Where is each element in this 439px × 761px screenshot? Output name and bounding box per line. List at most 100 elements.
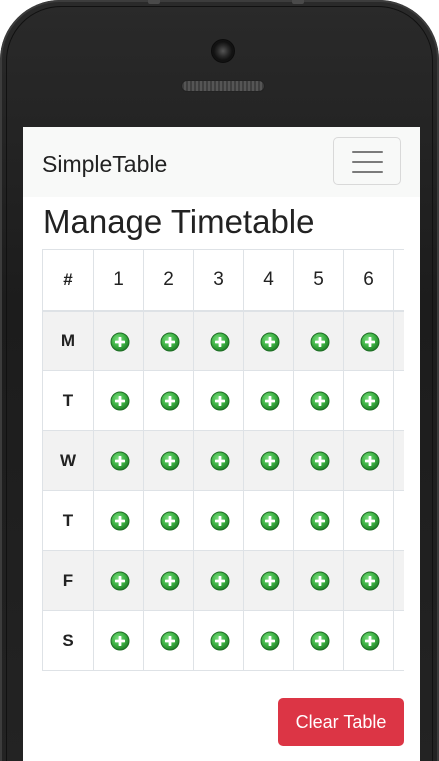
timetable-cell bbox=[143, 310, 194, 371]
timetable-cell bbox=[293, 430, 344, 491]
phone-top-button bbox=[148, 0, 160, 4]
add-circle-icon[interactable] bbox=[160, 511, 179, 531]
add-circle-icon[interactable] bbox=[110, 332, 129, 352]
timetable-cell bbox=[343, 490, 394, 551]
timetable-cell bbox=[93, 490, 144, 551]
add-circle-icon[interactable] bbox=[310, 511, 329, 531]
day-label: W bbox=[42, 430, 94, 491]
add-circle-icon[interactable] bbox=[110, 391, 129, 411]
timetable-cell bbox=[193, 370, 244, 431]
timetable-cell bbox=[243, 310, 294, 371]
timetable-cell bbox=[243, 430, 294, 491]
add-circle-icon[interactable] bbox=[160, 332, 179, 352]
add-circle-icon[interactable] bbox=[110, 451, 129, 471]
timetable-cell bbox=[243, 370, 294, 431]
add-circle-icon[interactable] bbox=[110, 571, 129, 591]
camera-icon bbox=[211, 39, 235, 63]
add-circle-icon[interactable] bbox=[360, 571, 379, 591]
add-circle-icon[interactable] bbox=[210, 332, 229, 352]
timetable-row: T bbox=[42, 490, 404, 551]
timetable-row: W bbox=[42, 430, 404, 491]
timetable-cell bbox=[193, 490, 244, 551]
timetable-cell bbox=[93, 550, 144, 611]
timetable-cell bbox=[243, 550, 294, 611]
phone-frame: SimpleTable Manage Timetable # 1234567 bbox=[0, 0, 439, 761]
add-circle-icon[interactable] bbox=[260, 332, 279, 352]
period-header: 5 bbox=[293, 249, 344, 312]
add-circle-icon[interactable] bbox=[260, 451, 279, 471]
add-circle-icon[interactable] bbox=[160, 571, 179, 591]
timetable-cell bbox=[393, 310, 404, 371]
add-circle-icon[interactable] bbox=[210, 511, 229, 531]
period-header: 3 bbox=[193, 249, 244, 312]
timetable-cell bbox=[143, 490, 194, 551]
speaker-grille bbox=[181, 80, 265, 92]
timetable-cell bbox=[393, 550, 404, 611]
timetable-cell bbox=[93, 610, 144, 671]
timetable-cell bbox=[293, 610, 344, 671]
timetable-scroll-container[interactable]: # 1234567 MTWTFS bbox=[42, 249, 404, 671]
add-circle-icon[interactable] bbox=[260, 391, 279, 411]
add-circle-icon[interactable] bbox=[360, 451, 379, 471]
navbar: SimpleTable bbox=[23, 127, 420, 197]
add-circle-icon[interactable] bbox=[160, 451, 179, 471]
add-circle-icon[interactable] bbox=[260, 571, 279, 591]
add-circle-icon[interactable] bbox=[210, 391, 229, 411]
add-circle-icon[interactable] bbox=[160, 631, 179, 651]
add-circle-icon[interactable] bbox=[310, 631, 329, 651]
period-header: 2 bbox=[143, 249, 194, 312]
timetable-cell bbox=[393, 370, 404, 431]
timetable-cell bbox=[143, 610, 194, 671]
timetable-cell bbox=[293, 370, 344, 431]
timetable-cell bbox=[143, 430, 194, 491]
timetable-cell bbox=[293, 310, 344, 371]
timetable-cell bbox=[343, 430, 394, 491]
phone-top-button bbox=[292, 0, 304, 4]
timetable-cell bbox=[93, 430, 144, 491]
timetable-cell bbox=[343, 610, 394, 671]
hamburger-menu-icon bbox=[352, 171, 383, 173]
add-circle-icon[interactable] bbox=[260, 631, 279, 651]
page-title: Manage Timetable bbox=[43, 203, 315, 240]
day-label: M bbox=[42, 310, 94, 371]
timetable-cell bbox=[343, 370, 394, 431]
add-circle-icon[interactable] bbox=[110, 511, 129, 531]
add-circle-icon[interactable] bbox=[310, 451, 329, 471]
timetable-header-row: # 1234567 bbox=[42, 249, 404, 312]
add-circle-icon[interactable] bbox=[110, 631, 129, 651]
add-circle-icon[interactable] bbox=[360, 391, 379, 411]
add-circle-icon[interactable] bbox=[310, 571, 329, 591]
add-circle-icon[interactable] bbox=[360, 511, 379, 531]
add-circle-icon[interactable] bbox=[310, 332, 329, 352]
add-circle-icon[interactable] bbox=[210, 571, 229, 591]
add-circle-icon[interactable] bbox=[260, 511, 279, 531]
timetable-cell bbox=[393, 610, 404, 671]
navbar-brand[interactable]: SimpleTable bbox=[42, 149, 167, 179]
day-label: S bbox=[42, 610, 94, 671]
add-circle-icon[interactable] bbox=[310, 391, 329, 411]
timetable-cell bbox=[193, 610, 244, 671]
timetable-cell bbox=[193, 550, 244, 611]
timetable-cell bbox=[243, 490, 294, 551]
timetable-cell bbox=[193, 310, 244, 371]
timetable-cell bbox=[293, 550, 344, 611]
timetable-cell bbox=[343, 550, 394, 611]
day-label: T bbox=[42, 370, 94, 431]
timetable-row: M bbox=[42, 310, 404, 371]
timetable-cell bbox=[93, 310, 144, 371]
add-circle-icon[interactable] bbox=[360, 332, 379, 352]
add-circle-icon[interactable] bbox=[210, 451, 229, 471]
add-circle-icon[interactable] bbox=[210, 631, 229, 651]
timetable-cell bbox=[293, 490, 344, 551]
add-circle-icon[interactable] bbox=[160, 391, 179, 411]
timetable-cell bbox=[143, 550, 194, 611]
timetable-row: T bbox=[42, 370, 404, 431]
timetable-row: S bbox=[42, 610, 404, 671]
add-circle-icon[interactable] bbox=[360, 631, 379, 651]
hamburger-menu-icon bbox=[352, 161, 383, 163]
navbar-toggler-button[interactable] bbox=[333, 137, 401, 185]
clear-table-button[interactable]: Clear Table bbox=[278, 698, 404, 746]
timetable-cell bbox=[93, 370, 144, 431]
day-label: T bbox=[42, 490, 94, 551]
app-screen: SimpleTable Manage Timetable # 1234567 bbox=[23, 127, 420, 761]
